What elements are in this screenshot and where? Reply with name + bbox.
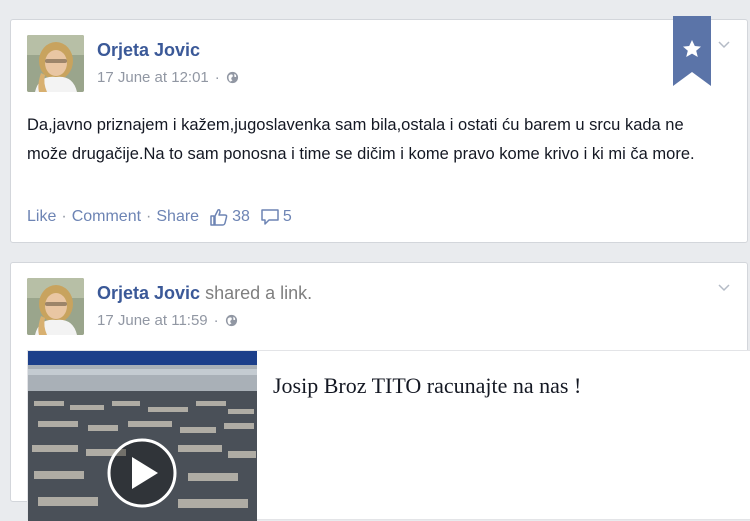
post-timestamp[interactable]: 17 June at 11:59 <box>97 312 208 329</box>
author-name[interactable]: Orjeta Jovic <box>97 283 200 303</box>
link-preview-title[interactable]: Josip Broz TITO racunajte na nas ! <box>273 373 581 399</box>
post-text: Da,javno priznajem i kažem,jugoslavenka … <box>27 116 695 163</box>
thumbs-up-icon <box>210 209 228 226</box>
chevron-down-icon[interactable] <box>717 37 731 51</box>
feed-post: Orjeta Jovic 17 June at 12:01 · Da,javno… <box>10 16 748 243</box>
post-header: Orjeta Jovic shared a link. <box>97 283 312 304</box>
like-count[interactable]: 38 <box>209 208 250 226</box>
comment-link[interactable]: Comment <box>72 208 141 226</box>
video-thumbnail[interactable] <box>28 351 257 521</box>
globe-icon[interactable] <box>225 314 238 327</box>
post-meta: 17 June at 11:59 · <box>97 312 238 329</box>
post-timestamp[interactable]: 17 June at 12:01 <box>97 69 209 86</box>
globe-icon[interactable] <box>226 71 239 84</box>
comment-count[interactable]: 5 <box>260 208 292 226</box>
chevron-down-icon[interactable] <box>717 280 731 294</box>
shared-text: shared a link. <box>205 283 313 303</box>
bookmark-star-icon[interactable] <box>673 16 711 86</box>
shared-link[interactable]: link <box>280 283 307 303</box>
like-count-value: 38 <box>232 208 250 225</box>
link-preview[interactable]: Josip Broz TITO racunajte na nas ! <box>27 350 750 521</box>
comment-count-value: 5 <box>282 208 292 225</box>
author-name[interactable]: Orjeta Jovic <box>97 40 200 61</box>
post-actions: Like · Comment · Share 38 5 <box>27 208 292 226</box>
feed-post: Orjeta Jovic shared a link. 17 June at 1… <box>10 262 750 521</box>
like-link[interactable]: Like <box>27 208 56 226</box>
avatar[interactable] <box>27 35 84 92</box>
avatar[interactable] <box>27 278 84 335</box>
comment-bubble-icon <box>261 209 279 225</box>
share-link[interactable]: Share <box>156 208 199 226</box>
post-meta: 17 June at 12:01 · <box>97 69 239 86</box>
